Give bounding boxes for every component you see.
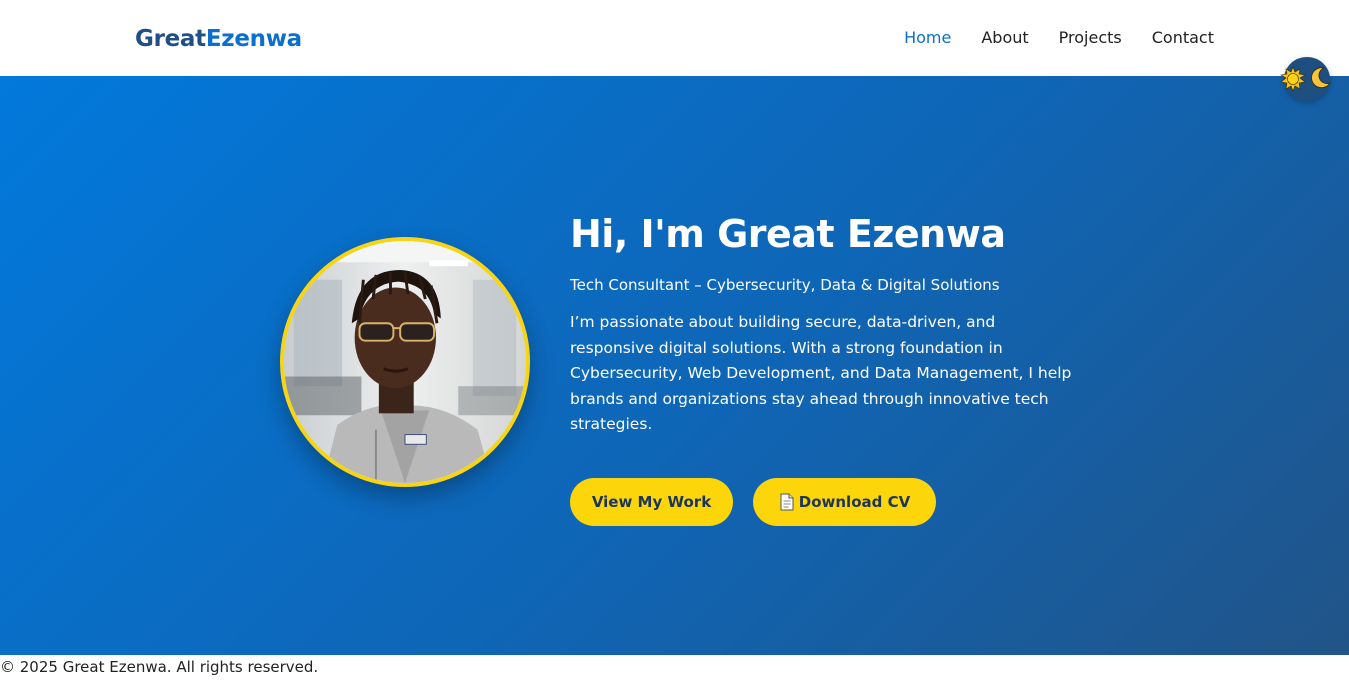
download-cv-button[interactable]: Download CV — [753, 478, 936, 526]
portrait-illustration — [284, 241, 526, 483]
nav-link-about[interactable]: About — [981, 28, 1028, 48]
download-cv-label: Download CV — [798, 493, 911, 511]
view-my-work-button[interactable]: View My Work — [570, 478, 733, 526]
nav-link-home[interactable]: Home — [904, 28, 951, 48]
logo-text-first: Great — [135, 26, 206, 52]
hero-section: Hi, I'm Great Ezenwa Tech Consultant – C… — [0, 76, 1349, 655]
main-nav: Home About Projects Contact — [904, 28, 1214, 48]
nav-link-projects[interactable]: Projects — [1059, 28, 1122, 48]
logo-text-second: Ezenwa — [205, 26, 302, 52]
hero-text-block: Hi, I'm Great Ezenwa Tech Consultant – C… — [570, 210, 1090, 438]
sun-icon — [1280, 66, 1306, 92]
hero-description: I’m passionate about building secure, da… — [570, 313, 1072, 433]
nav-link-contact[interactable]: Contact — [1152, 28, 1214, 48]
hero-title: Hi, I'm Great Ezenwa — [570, 212, 1006, 256]
site-footer: © 2025 Great Ezenwa. All rights reserved… — [0, 655, 1349, 680]
view-my-work-label: View My Work — [591, 493, 712, 511]
hero-subtitle: Tech Consultant – Cybersecurity, Data & … — [570, 276, 1000, 294]
hero-buttons: View My Work Download CV — [570, 478, 936, 526]
site-logo[interactable]: GreatEzenwa — [135, 24, 302, 54]
site-header: GreatEzenwa Home About Projects Contact — [0, 0, 1349, 76]
copyright-text: © 2025 Great Ezenwa. All rights reserved… — [0, 658, 319, 676]
profile-photo — [280, 237, 530, 487]
moon-icon — [1311, 67, 1331, 89]
theme-toggle-button[interactable] — [1280, 57, 1331, 101]
document-icon — [780, 493, 794, 511]
